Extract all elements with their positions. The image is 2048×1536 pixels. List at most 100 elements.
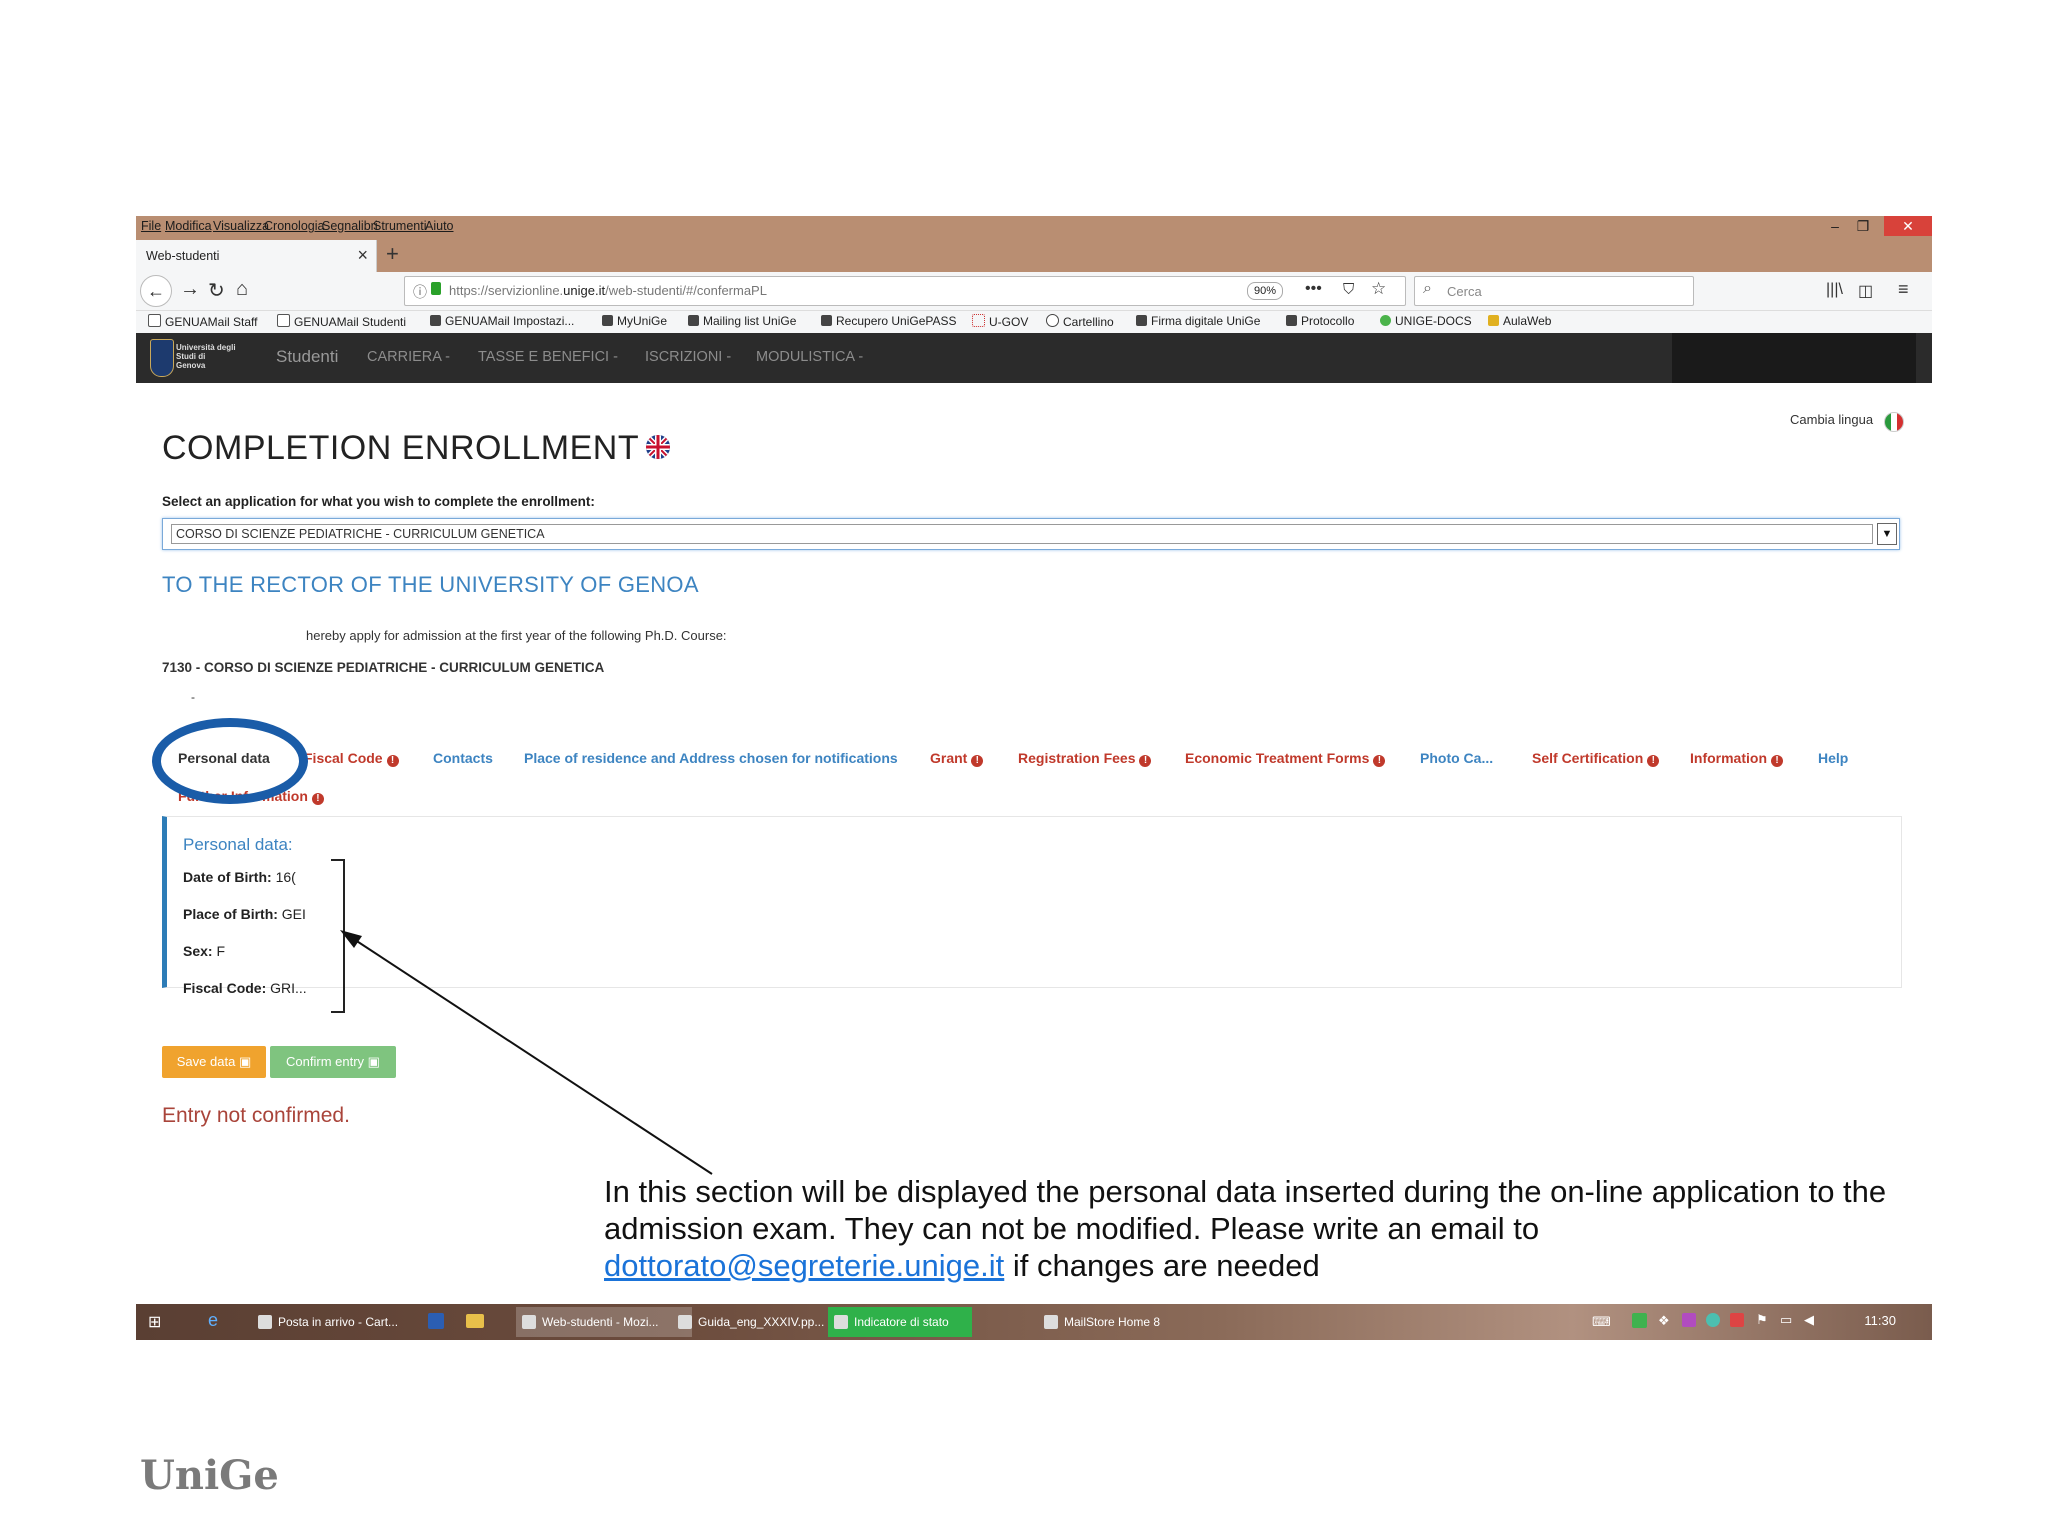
tab-close-icon[interactable]: × xyxy=(357,245,368,266)
network-icon[interactable]: ❖ xyxy=(1658,1313,1670,1329)
save-data-button[interactable]: Save data ▣ xyxy=(162,1046,266,1078)
tab-registration-fees[interactable]: Registration Fees! xyxy=(1018,750,1152,767)
close-window-icon[interactable]: ✕ xyxy=(1884,216,1932,236)
url-bar[interactable]: ⓘ https://servizionline.unige.it/web-stu… xyxy=(404,276,1406,306)
browser-tab[interactable]: Web-studenti × xyxy=(136,240,377,272)
volume-icon[interactable]: ◀ xyxy=(1804,1312,1814,1328)
shield-icon xyxy=(430,315,441,326)
date-of-birth: Date of Birth: 16( xyxy=(183,869,296,885)
nav-modulistica[interactable]: MODULISTICA - xyxy=(756,349,863,365)
menu-cronologia[interactable]: Cronologia xyxy=(264,219,324,233)
tab-residence[interactable]: Place of residence and Address chosen fo… xyxy=(524,750,898,766)
menu-strumenti[interactable]: Strumenti xyxy=(373,219,427,233)
taskbar-item[interactable]: MailStore Home 8 xyxy=(1038,1307,1214,1337)
tray-icon[interactable] xyxy=(1730,1313,1744,1327)
pocket-icon[interactable]: ⛉ xyxy=(1343,281,1354,298)
menu-aiuto[interactable]: Aiuto xyxy=(425,219,454,233)
tray-icon[interactable] xyxy=(1632,1313,1647,1328)
bookmark-item[interactable]: GENUAMail Staff xyxy=(148,314,257,329)
menu-bar: File Modifica Visualizza Cronologia Segn… xyxy=(136,216,1932,236)
menu-segnalibri[interactable]: Segnalibri xyxy=(322,219,378,233)
tab-contacts[interactable]: Contacts xyxy=(433,750,493,766)
bookmarks-bar: GENUAMail Staff GENUAMail Studenti GENUA… xyxy=(136,311,1932,333)
confirm-entry-button[interactable]: Confirm entry ▣ xyxy=(270,1046,396,1078)
course-name: 7130 - CORSO DI SCIENZE PEDIATRICHE - CU… xyxy=(162,660,605,675)
info-icon[interactable]: ⓘ xyxy=(413,282,427,302)
application-select[interactable]: CORSO DI SCIENZE PEDIATRICHE - CURRICULU… xyxy=(162,518,1900,550)
forward-arrow-icon[interactable]: → xyxy=(180,278,200,301)
user-area[interactable] xyxy=(1672,333,1916,383)
bookmark-item[interactable]: U-GOV xyxy=(972,314,1028,329)
taskbar-item[interactable]: Indicatore di stato xyxy=(828,1307,972,1337)
bookmark-item[interactable]: Cartellino xyxy=(1046,314,1114,329)
star-icon[interactable]: ☆ xyxy=(1371,279,1386,299)
tab-self-certification[interactable]: Self Certification! xyxy=(1532,750,1660,767)
taskbar-item[interactable]: Guida_eng_XXXIV.pp... xyxy=(672,1307,848,1337)
clock[interactable]: 11:30 xyxy=(1864,1313,1896,1328)
more-actions-icon[interactable]: ••• xyxy=(1305,280,1322,298)
alert-icon: ! xyxy=(386,755,399,767)
sidebar-icon[interactable]: ◫ xyxy=(1858,281,1873,301)
hamburger-menu-icon[interactable]: ≡ xyxy=(1898,279,1909,300)
bookmark-item[interactable]: Protocollo xyxy=(1286,314,1354,328)
new-tab-icon[interactable]: + xyxy=(386,241,399,267)
tab-fiscal-code[interactable]: Fiscal Code! xyxy=(304,750,399,767)
bookmark-item[interactable]: Recupero UniGePASS xyxy=(821,314,957,328)
internet-explorer-icon[interactable]: e xyxy=(208,1310,218,1331)
tab-information[interactable]: Information! xyxy=(1690,750,1783,767)
tray-icon[interactable] xyxy=(1682,1313,1696,1327)
windows-start-icon[interactable]: ⊞ xyxy=(148,1312,161,1332)
nav-carriera[interactable]: CARRIERA - xyxy=(367,349,450,365)
taskbar-item[interactable]: Web-studenti - Mozi... xyxy=(516,1307,692,1337)
menu-modifica[interactable]: Modifica xyxy=(165,219,212,233)
email-link[interactable]: dottorato@segreterie.unige.it xyxy=(604,1248,1004,1283)
word-icon[interactable] xyxy=(428,1313,444,1329)
alert-icon: ! xyxy=(1771,755,1783,767)
tab-help[interactable]: Help xyxy=(1818,750,1848,766)
taskbar-item[interactable]: Posta in arrivo - Cart... xyxy=(252,1307,438,1337)
shield-icon xyxy=(150,339,174,377)
select-label: Select an application for what you wish … xyxy=(162,494,595,509)
university-logo[interactable]: Università degli Studi di Genova xyxy=(150,339,236,377)
shield-icon xyxy=(821,315,832,326)
bookmark-item[interactable]: AulaWeb xyxy=(1488,314,1551,328)
keyboard-icon[interactable]: ⌨ xyxy=(1592,1314,1611,1330)
change-language-link[interactable]: Cambia lingua xyxy=(1790,412,1873,427)
mail-icon xyxy=(148,314,161,327)
page-title: COMPLETION ENROLLMENT xyxy=(162,429,640,467)
bookmark-item[interactable]: GENUAMail Studenti xyxy=(277,314,406,329)
menu-visualizza[interactable]: Visualizza xyxy=(213,219,269,233)
home-icon[interactable]: ⌂ xyxy=(236,278,248,301)
back-arrow-icon[interactable]: ← xyxy=(140,275,172,307)
chevron-down-icon[interactable]: ▼ xyxy=(1877,523,1897,545)
nav-tasse-e-benefici[interactable]: TASSE E BENEFICI - xyxy=(478,349,618,365)
bookmark-item[interactable]: UNIGE-DOCS xyxy=(1380,314,1472,328)
nav-iscrizioni[interactable]: ISCRIZIONI - xyxy=(645,349,731,365)
library-icon[interactable]: |||\ xyxy=(1826,281,1843,299)
tab-photo[interactable]: Photo Ca... xyxy=(1420,750,1493,766)
bookmark-item[interactable]: Mailing list UniGe xyxy=(688,314,796,328)
nav-brand[interactable]: Studenti xyxy=(276,347,338,367)
search-icon: ⌕ xyxy=(1423,280,1432,297)
tab-grant[interactable]: Grant! xyxy=(930,750,984,767)
zoom-level[interactable]: 90% xyxy=(1247,282,1283,300)
reload-icon[interactable]: ↻ xyxy=(208,278,225,303)
tab-economic-treatment-forms[interactable]: Economic Treatment Forms! xyxy=(1185,750,1386,767)
restore-icon[interactable]: ❐ xyxy=(1844,216,1882,236)
tray-icon[interactable] xyxy=(1706,1313,1720,1327)
nav-toolbar: ← → ↻ ⌂ ⓘ https://servizionline.unige.it… xyxy=(136,272,1932,311)
flag-icon[interactable]: ⚑ xyxy=(1756,1312,1768,1328)
monitor-icon[interactable]: ▭ xyxy=(1780,1312,1792,1328)
bookmark-item[interactable]: GENUAMail Impostazi... xyxy=(430,314,574,328)
folder-icon[interactable] xyxy=(466,1314,484,1328)
fiscal-code: Fiscal Code: GRI... xyxy=(183,980,307,996)
tab-title: Web-studenti xyxy=(146,249,220,263)
menu-file[interactable]: File xyxy=(141,219,161,233)
panel-title: Personal data: xyxy=(183,835,293,854)
bookmark-item[interactable]: Firma digitale UniGe xyxy=(1136,314,1260,328)
globe-icon xyxy=(1046,314,1059,327)
bookmark-item[interactable]: MyUniGe xyxy=(602,314,667,328)
search-input[interactable]: ⌕ Cerca xyxy=(1414,276,1694,306)
alert-icon: ! xyxy=(971,755,984,767)
italian-flag-icon[interactable] xyxy=(1884,412,1904,432)
